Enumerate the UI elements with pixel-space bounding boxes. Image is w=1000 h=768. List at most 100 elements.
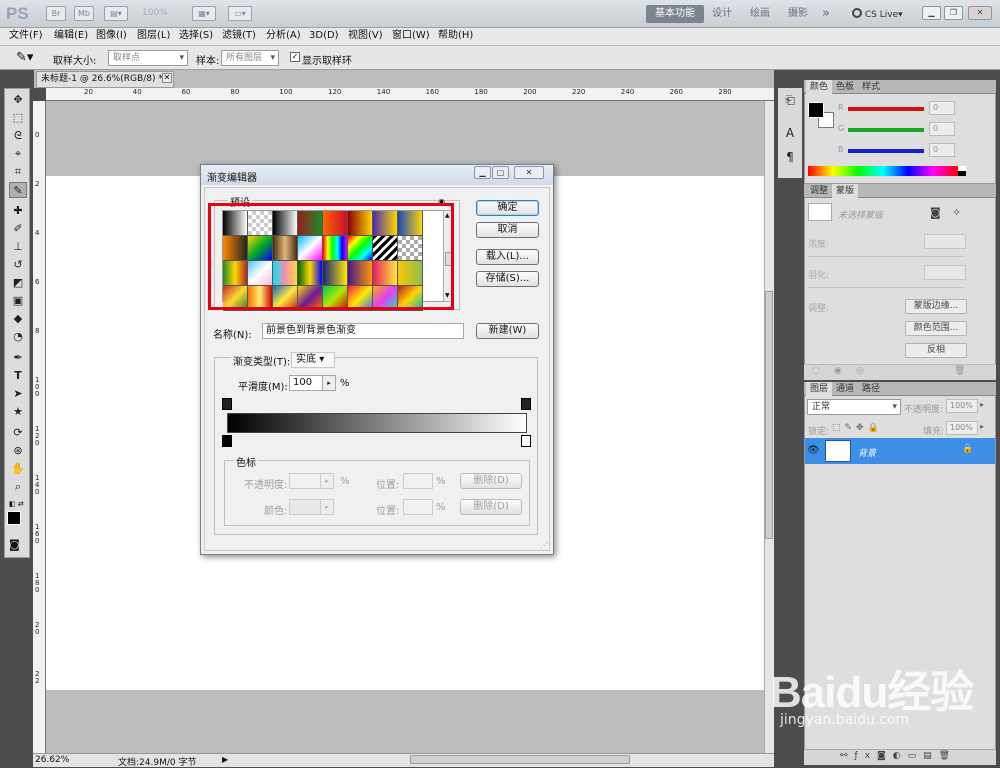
stop-opacity-location-input[interactable]	[403, 473, 433, 489]
workspace-design[interactable]: 设计	[708, 5, 736, 23]
sample-size-select[interactable]: 取样点	[108, 50, 188, 66]
feather-slider[interactable]	[808, 287, 964, 288]
cs-live-menu[interactable]: CS Live▾	[852, 8, 903, 20]
workspace-essentials[interactable]: 基本功能	[646, 5, 704, 23]
lasso-tool-icon[interactable]: ᘓ	[9, 128, 27, 144]
menu-image[interactable]: 图像(I)	[96, 29, 127, 43]
tab-paths[interactable]: 路径	[858, 382, 884, 396]
delete-opacity-stop-button[interactable]: 删除(D)	[460, 473, 522, 489]
channel-r-value[interactable]: 0	[929, 101, 955, 115]
screen-mode-icon[interactable]: ▭▾	[228, 6, 252, 21]
default-colors-icon[interactable]: ◧ ⇄	[9, 500, 24, 508]
color-stop-right[interactable]	[521, 435, 531, 447]
bridge-icon[interactable]: Br	[46, 6, 66, 21]
crop-tool-icon[interactable]: ⌗	[9, 164, 27, 180]
blend-mode-select[interactable]: 正常	[807, 399, 901, 415]
gradient-type-select[interactable]: 实底 ▾	[291, 352, 335, 368]
lock-options-icon[interactable]: ⬚✎✥🔒	[832, 423, 883, 433]
marquee-tool-icon[interactable]: ⬚	[9, 110, 27, 126]
dodge-tool-icon[interactable]: ◔	[9, 329, 27, 345]
eyedropper-tool-icon[interactable]: ✎	[9, 182, 27, 198]
menu-filter[interactable]: 滤镜(T)	[222, 29, 256, 43]
visibility-eye-icon[interactable]: 👁	[807, 445, 820, 456]
tab-styles[interactable]: 样式	[858, 80, 884, 94]
save-button[interactable]: 存储(S)...	[476, 271, 539, 287]
menu-window[interactable]: 窗口(W)	[392, 29, 430, 43]
black-white-ramp[interactable]	[958, 166, 966, 176]
workspace-photography[interactable]: 摄影	[784, 5, 812, 23]
stop-color-location-input[interactable]	[403, 499, 433, 515]
invert-button[interactable]: 反相	[905, 343, 967, 358]
workspace-painting[interactable]: 绘画	[746, 5, 774, 23]
ok-button[interactable]: 确定	[476, 200, 539, 216]
more-workspaces-icon[interactable]: »	[818, 5, 834, 23]
foreground-color-swatch[interactable]	[7, 511, 21, 525]
menu-help[interactable]: 帮助(H)	[438, 29, 473, 43]
stop-opacity-arrow-icon[interactable]: ▸	[320, 473, 334, 489]
minimize-icon[interactable]: ▁	[922, 6, 941, 20]
status-zoom[interactable]: 26.62%	[35, 755, 69, 765]
show-ring-checkbox[interactable]: ✓	[290, 52, 300, 62]
history-brush-icon[interactable]: ↺	[9, 257, 27, 273]
blur-tool-icon[interactable]: ◆	[9, 311, 27, 327]
menu-file[interactable]: 文件(F)	[9, 29, 43, 43]
menu-layer[interactable]: 图层(L)	[137, 29, 170, 43]
apply-mask-icon[interactable]: ◉	[834, 366, 842, 376]
tab-swatches[interactable]: 色板	[832, 80, 858, 94]
zoom-level-select[interactable]: 100%	[142, 8, 168, 18]
dialog-maximize-icon[interactable]: ▢	[492, 166, 509, 179]
fill-value[interactable]: 100%	[946, 421, 978, 435]
3d-rotate-icon[interactable]: ⟳	[9, 425, 27, 441]
hand-tool-icon[interactable]: ✋	[9, 461, 27, 477]
quick-mask-icon[interactable]: ◙	[9, 538, 20, 551]
new-gradient-button[interactable]: 新建(W)	[476, 323, 539, 339]
shape-tool-icon[interactable]: ★	[9, 404, 27, 420]
stop-color-arrow-icon[interactable]: ▸	[320, 499, 334, 515]
pixel-mask-icon[interactable]: ◙	[930, 206, 941, 219]
toggle-mask-icon[interactable]: ◎	[856, 366, 864, 376]
mini-bridge-icon[interactable]: Mb	[74, 6, 94, 21]
pen-tool-icon[interactable]: ✒	[9, 350, 27, 366]
tab-masks[interactable]: 蒙版	[832, 184, 859, 198]
tab-adjustments[interactable]: 调整	[806, 184, 832, 198]
layer-name[interactable]: 背景	[858, 446, 876, 459]
tab-channels[interactable]: 通道	[832, 382, 858, 396]
zoom-tool-icon[interactable]: ⌕	[9, 479, 27, 495]
menu-3d[interactable]: 3D(D)	[309, 29, 339, 43]
delete-mask-icon[interactable]: 🗑	[954, 366, 965, 376]
close-icon[interactable]: ✕	[968, 6, 992, 20]
cancel-button[interactable]: 取消	[476, 222, 539, 238]
close-document-icon[interactable]: ✕	[162, 73, 172, 83]
delete-color-stop-button[interactable]: 删除(D)	[460, 499, 522, 515]
density-field[interactable]	[924, 234, 966, 249]
view-extras-icon[interactable]: ▤▾	[104, 6, 128, 21]
status-arrow-icon[interactable]: ▶	[222, 755, 228, 764]
dialog-close-icon[interactable]: ✕	[514, 166, 544, 179]
smoothness-input[interactable]: 100	[289, 375, 323, 391]
load-selection-icon[interactable]: ◌	[812, 366, 820, 376]
menu-edit[interactable]: 编辑(E)	[54, 29, 88, 43]
panel-foreground-color[interactable]	[808, 102, 824, 118]
character-panel-icon[interactable]: A	[781, 126, 799, 143]
channel-b-value[interactable]: 0	[929, 143, 955, 157]
quick-select-icon[interactable]: ⌖	[9, 146, 27, 162]
channel-g-value[interactable]: 0	[929, 122, 955, 136]
sample-select[interactable]: 所有图层	[221, 50, 279, 66]
fill-arrow-icon[interactable]: ▸	[980, 422, 984, 431]
mask-edge-button[interactable]: 蒙版边缘...	[905, 299, 967, 314]
3d-orbit-icon[interactable]: ⊛	[9, 443, 27, 459]
clone-stamp-icon[interactable]: ⊥	[9, 239, 27, 255]
color-range-button[interactable]: 颜色范围...	[905, 321, 967, 336]
path-select-icon[interactable]: ➤	[9, 386, 27, 402]
stop-color-swatch[interactable]	[289, 499, 321, 515]
gradient-preview-bar[interactable]	[227, 413, 527, 433]
density-slider[interactable]	[808, 256, 964, 257]
vertical-scroll-thumb[interactable]	[765, 291, 773, 539]
color-stop-left[interactable]	[222, 435, 232, 447]
opacity-value[interactable]: 100%	[946, 399, 978, 413]
opacity-arrow-icon[interactable]: ▸	[980, 400, 984, 409]
eraser-tool-icon[interactable]: ◩	[9, 275, 27, 291]
tab-color[interactable]: 颜色	[806, 80, 833, 94]
channel-r-slider[interactable]	[848, 107, 924, 111]
feather-field[interactable]	[924, 265, 966, 280]
